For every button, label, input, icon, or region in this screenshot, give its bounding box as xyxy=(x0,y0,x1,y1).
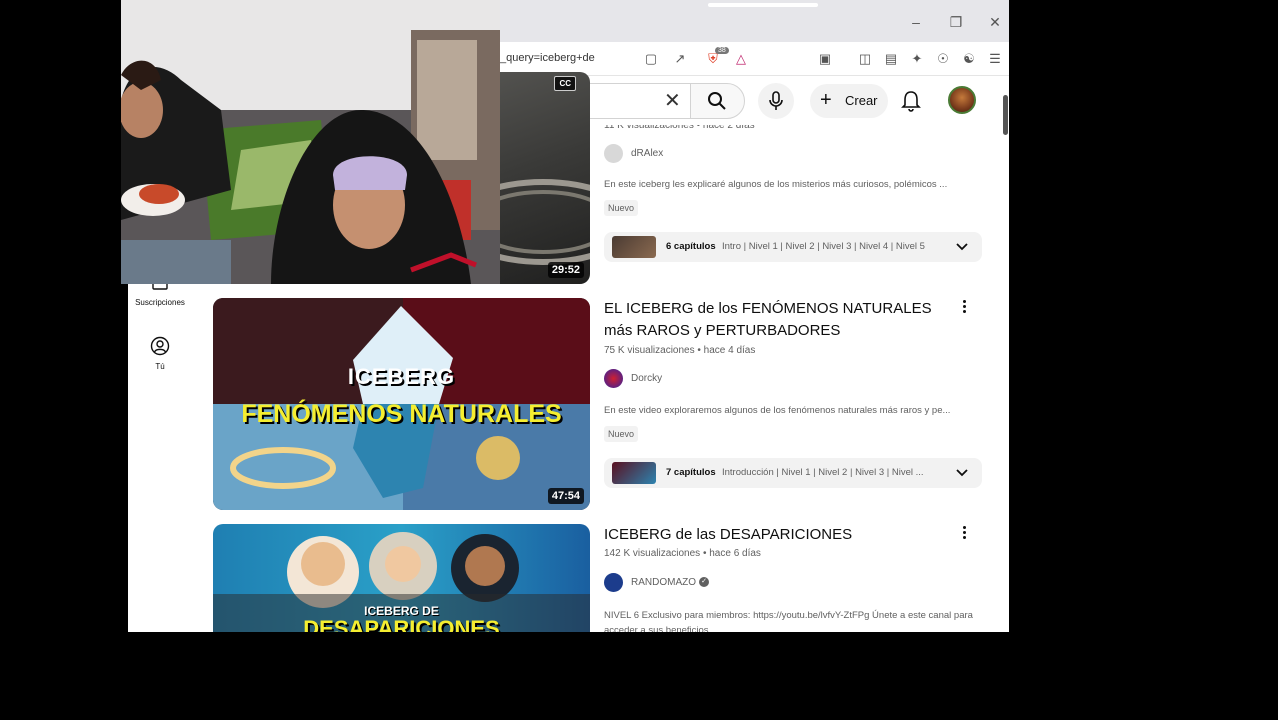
microphone-icon xyxy=(769,91,783,110)
chapter-thumbnail xyxy=(612,236,656,258)
more-options-icon[interactable] xyxy=(958,298,970,316)
sidebar-item-label: Suscripciones xyxy=(135,298,185,307)
search-icon xyxy=(708,92,726,110)
create-button[interactable]: + Crear xyxy=(810,84,888,118)
more-options-icon[interactable] xyxy=(958,524,970,542)
webcam-video xyxy=(121,0,500,284)
share-icon[interactable]: ↗ xyxy=(671,50,689,68)
video-meta: 142 K visualizaciones • hace 6 días xyxy=(604,548,761,559)
reader-icon[interactable]: ▣ xyxy=(816,50,834,68)
sidebar-item-label: Tú xyxy=(155,362,165,371)
video-description: En este iceberg les explicaré algunos de… xyxy=(604,179,948,190)
chapters-count: 6 capítulos xyxy=(666,241,716,252)
extension-icon[interactable]: ☯ xyxy=(960,50,978,68)
video-thumbnail[interactable]: ICEBERG FENÓMENOS NATURALES 47:54 xyxy=(213,298,590,510)
sidebar-item-you[interactable]: Tú xyxy=(128,336,192,371)
channel-name: RANDOMAZO xyxy=(631,577,696,588)
thumbnail-text-bottom: DESAPARICIONES xyxy=(303,616,500,632)
cast-icon[interactable]: ▢ xyxy=(642,50,660,68)
rewards-triangle-icon[interactable]: △ xyxy=(732,50,750,68)
chevron-down-icon[interactable] xyxy=(956,240,968,252)
webcam-overlay xyxy=(121,0,500,284)
create-label: Crear xyxy=(845,93,878,108)
page-scrollbar[interactable] xyxy=(1003,95,1008,135)
voice-search-button[interactable] xyxy=(758,83,794,119)
sidebar-toggle-icon[interactable]: ◫ xyxy=(856,50,874,68)
thumbnail-text-bottom: FENÓMENOS NATURALES xyxy=(241,400,562,428)
verified-check-icon: ✓ xyxy=(699,577,709,587)
clear-search-icon[interactable]: ✕ xyxy=(664,91,681,111)
leo-sparkle-icon[interactable]: ✦ xyxy=(908,50,926,68)
new-badge: Nuevo xyxy=(604,426,639,442)
channel-name: dRAlex xyxy=(631,148,664,159)
channel-avatar xyxy=(604,144,623,163)
vpn-shield-icon[interactable]: ☉ xyxy=(934,50,952,68)
video-meta: 75 K visualizaciones • hace 4 días xyxy=(604,345,756,356)
chapters-list: Introducción | Nivel 1 | Nivel 2 | Nivel… xyxy=(722,467,924,478)
video-duration: 29:52 xyxy=(547,262,584,278)
minimize-icon[interactable]: – xyxy=(906,12,926,32)
video-duration: 47:54 xyxy=(547,488,584,504)
chapters-panel[interactable]: 6 capítulos Intro | Nivel 1 | Nivel 2 | … xyxy=(604,232,982,262)
screen: – ❐ ✕ _query=iceberg+de ▢ ↗ ⛨ 38 △ ▣ ◫ ▤… xyxy=(0,0,1278,720)
video-title[interactable]: EL ICEBERG de los FENÓMENOS NATURALES má… xyxy=(604,298,944,342)
url-text[interactable]: _query=iceberg+de xyxy=(500,52,595,64)
chapter-thumbnail xyxy=(612,462,656,484)
chapters-count: 7 capítulos xyxy=(666,467,716,478)
video-description: En este video exploraremos algunos de lo… xyxy=(604,405,951,416)
notifications-bell-icon[interactable] xyxy=(900,89,922,113)
account-avatar[interactable] xyxy=(948,86,976,114)
chevron-down-icon[interactable] xyxy=(956,466,968,478)
shield-count: 38 xyxy=(715,47,729,54)
closed-captions-badge: CC xyxy=(554,76,576,91)
channel-avatar xyxy=(604,369,623,388)
thumbnail-text-top: ICEBERG xyxy=(347,364,456,389)
video-title[interactable]: ICEBERG de las DESAPARICIONES xyxy=(604,524,944,546)
plus-icon: + xyxy=(820,89,832,111)
channel-name: Dorcky xyxy=(631,373,663,384)
user-circle-icon xyxy=(150,336,170,356)
chapters-panel[interactable]: 7 capítulos Introducción | Nivel 1 | Niv… xyxy=(604,458,982,488)
video-description: NIVEL 6 Exclusivo para miembros: https:/… xyxy=(604,610,973,632)
close-icon[interactable]: ✕ xyxy=(985,12,1005,32)
channel-avatar xyxy=(604,573,623,592)
restore-icon[interactable]: ❐ xyxy=(946,12,966,32)
new-badge: Nuevo xyxy=(604,200,639,216)
video-thumbnail[interactable]: ICEBERG DE DESAPARICIONES xyxy=(213,524,590,632)
active-tab-indicator[interactable] xyxy=(708,3,818,7)
wallet-icon[interactable]: ▤ xyxy=(882,50,900,68)
chapters-list: Intro | Nivel 1 | Nivel 2 | Nivel 3 | Ni… xyxy=(722,241,925,252)
menu-icon[interactable]: ☰ xyxy=(986,50,1004,68)
search-button[interactable] xyxy=(690,83,745,119)
